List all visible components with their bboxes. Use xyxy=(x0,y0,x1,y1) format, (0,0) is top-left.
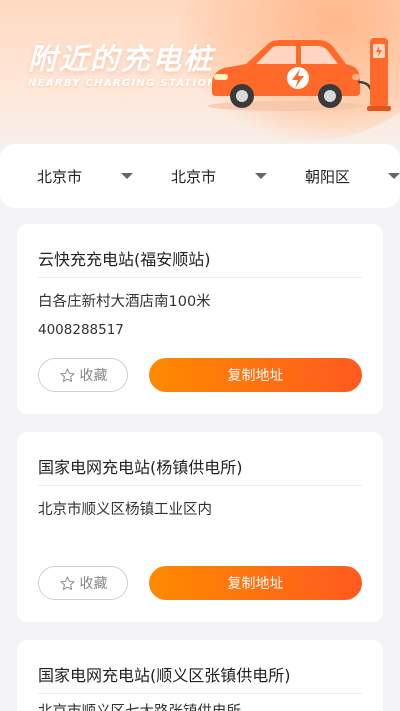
station-address: 北京市顺义区七大路张镇供电所 xyxy=(38,700,241,711)
favorite-label: 收藏 xyxy=(79,368,108,384)
star-outline-icon xyxy=(59,575,75,590)
page-title: 附近的充电桩 xyxy=(28,42,215,76)
district-filter[interactable]: 朝阳区 xyxy=(305,144,350,208)
station-card: 云快充充电站(福安顺站) 白各庄新村大酒店南100米 4008288517 收藏… xyxy=(17,224,383,414)
station-address: 北京市顺义区杨镇工业区内 xyxy=(38,502,212,518)
district-filter-label: 朝阳区 xyxy=(305,167,351,186)
station-name: 云快充充电站(福安顺站) xyxy=(38,250,211,269)
caret-down-icon[interactable] xyxy=(388,173,400,179)
favorite-label: 收藏 xyxy=(79,576,108,592)
station-address: 白各庄新村大酒店南100米 xyxy=(38,294,211,310)
province-filter[interactable]: 北京市 xyxy=(37,144,82,208)
star-outline-icon xyxy=(59,367,75,382)
city-filter[interactable]: 北京市 xyxy=(171,144,216,208)
province-filter-label: 北京市 xyxy=(37,167,83,186)
card-divider xyxy=(38,485,362,486)
caret-down-icon[interactable] xyxy=(121,173,133,179)
caret-down-icon[interactable] xyxy=(255,173,267,179)
copy-address-button[interactable]: 复制地址 xyxy=(149,566,362,600)
station-name: 国家电网充电站(杨镇供电所) xyxy=(38,458,243,477)
copy-address-label: 复制地址 xyxy=(227,576,284,592)
charging-car-illustration xyxy=(208,38,391,111)
favorite-button[interactable]: 收藏 xyxy=(38,358,128,392)
card-divider xyxy=(38,693,362,694)
station-phone[interactable]: 4008288517 xyxy=(38,322,124,338)
copy-address-button[interactable]: 复制地址 xyxy=(149,358,362,392)
station-card: 国家电网充电站(顺义区张镇供电所) 北京市顺义区七大路张镇供电所 xyxy=(17,640,383,711)
city-filter-label: 北京市 xyxy=(171,167,217,186)
favorite-button[interactable]: 收藏 xyxy=(38,566,128,600)
region-filter-bar: 北京市 北京市 朝阳区 xyxy=(0,144,400,208)
copy-address-label: 复制地址 xyxy=(227,368,284,384)
card-divider xyxy=(38,277,362,278)
station-name: 国家电网充电站(顺义区张镇供电所) xyxy=(38,666,291,685)
page-subtitle: NEARBY CHARGING STATIONS xyxy=(28,78,226,89)
station-card: 国家电网充电站(杨镇供电所) 北京市顺义区杨镇工业区内 收藏 复制地址 xyxy=(17,432,383,622)
